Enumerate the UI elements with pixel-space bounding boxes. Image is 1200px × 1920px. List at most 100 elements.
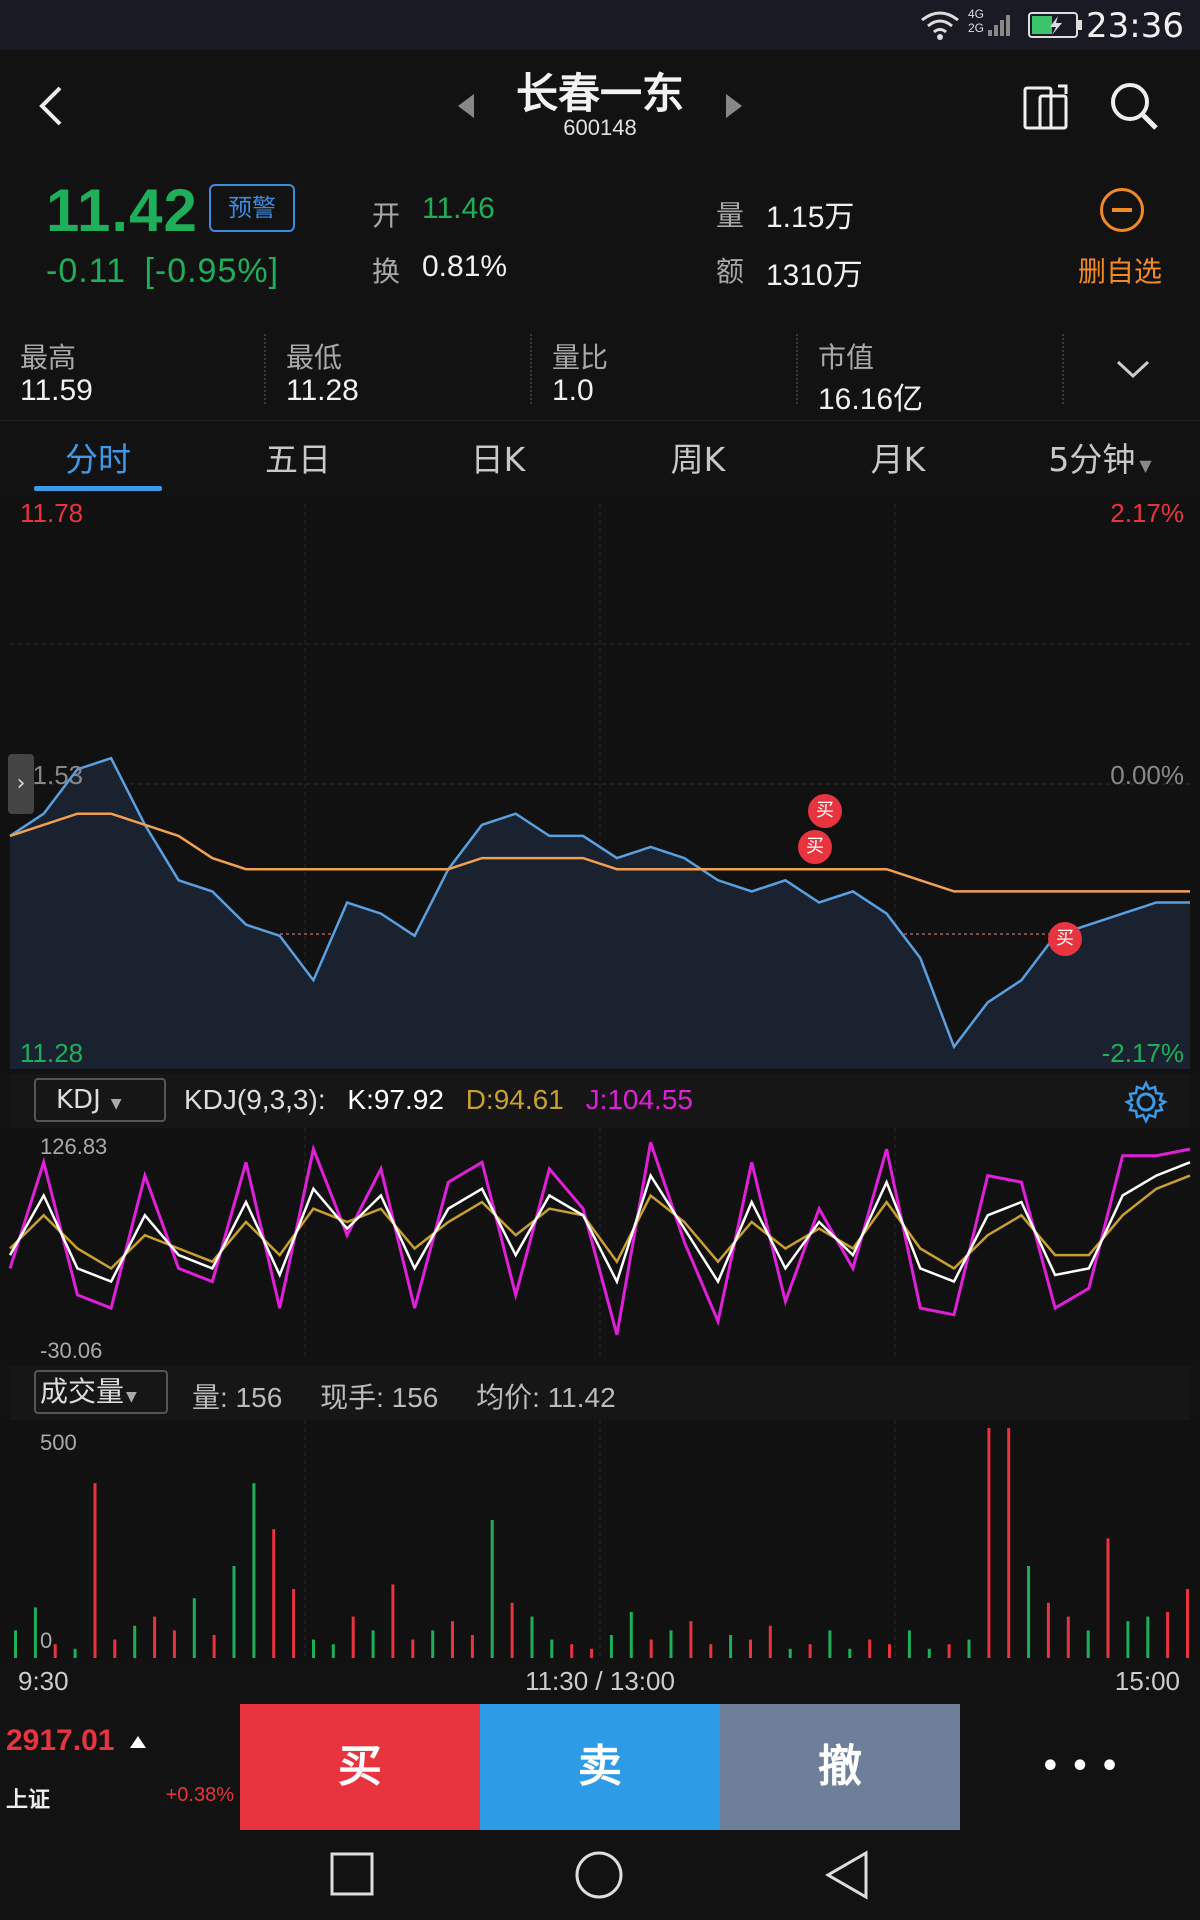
stock-code: 600148 <box>563 115 637 140</box>
volume-bar <box>252 1483 256 1658</box>
market-cap-value: 16.16亿 <box>818 383 924 416</box>
volume-bar <box>133 1625 137 1658</box>
network-bottom: 2G <box>968 21 985 35</box>
volume-bar <box>53 1644 57 1658</box>
alert-button[interactable]: 预警 <box>209 184 295 232</box>
search-icon[interactable] <box>1108 80 1162 134</box>
volume-bar <box>848 1648 852 1658</box>
buy-marker[interactable]: 买 <box>1048 922 1082 956</box>
volume-bar <box>788 1648 792 1658</box>
tab-active-indicator <box>34 486 162 491</box>
volume-bar <box>153 1616 157 1658</box>
volume-bar <box>1186 1589 1189 1658</box>
high-value: 11.59 <box>20 374 93 407</box>
divider <box>530 334 532 404</box>
dropdown-caret-icon: ▼ <box>110 1096 122 1112</box>
network-type: 4G 2G <box>968 7 984 35</box>
tab-weekly-k[interactable]: 周K <box>634 433 762 481</box>
volume-bar <box>172 1630 176 1658</box>
indicator-selector[interactable]: KDJ ▼ <box>34 1078 166 1122</box>
volume-bar <box>272 1529 276 1658</box>
volume-ratio-label: 量比 <box>552 341 609 374</box>
volume-bar <box>391 1584 395 1658</box>
tab-daily-k[interactable]: 日K <box>434 433 562 481</box>
volume-bar <box>649 1639 653 1658</box>
volume-bar <box>212 1635 216 1658</box>
kdj-header: KDJ ▼ KDJ(9,3,3): K:97.92 D:94.61 J:104.5… <box>10 1074 1190 1128</box>
volume-bar <box>967 1639 971 1658</box>
kdj-top-label: 126.83 <box>40 1134 108 1159</box>
system-nav-bar <box>0 1830 1200 1920</box>
buy-button[interactable]: 买 <box>240 1704 480 1830</box>
tab-five-minute[interactable]: 5分钟 ▼ <box>1030 433 1170 481</box>
tab-five-minute-label: 5分钟 <box>1048 440 1136 479</box>
volume-bar <box>73 1648 77 1658</box>
settings-gear-icon[interactable] <box>1124 1080 1168 1124</box>
volume-selector[interactable]: 成交量 ▼ <box>34 1370 168 1414</box>
volume-bar <box>609 1635 613 1658</box>
pct-bottom-label: -2.17% <box>1101 1038 1184 1068</box>
price-change: -0.11 [-0.95%] <box>46 252 279 291</box>
expand-side-icon[interactable]: › <box>8 754 34 814</box>
volume-value: 1.15万 <box>766 201 855 234</box>
current-price: 11.42 <box>46 177 198 244</box>
sell-button[interactable]: 卖 <box>480 1704 720 1830</box>
low-value: 11.28 <box>286 374 359 407</box>
volume-bar <box>749 1639 752 1658</box>
kdj-j: J:104.55 <box>585 1084 693 1115</box>
chart-tabs: 分时 五日 日K 周K 月K 5分钟 ▼ <box>0 420 1200 492</box>
home-icon[interactable] <box>574 1850 624 1900</box>
recents-icon[interactable] <box>330 1852 374 1896</box>
volume-ratio-value: 1.0 <box>552 374 594 407</box>
tab-five-day[interactable]: 五日 <box>234 433 362 481</box>
volume-bar <box>351 1616 355 1658</box>
expand-chevron-icon[interactable] <box>1114 358 1152 382</box>
volume-top-label: 500 <box>40 1430 77 1455</box>
volume-current: 现手: 156 <box>320 1382 439 1413</box>
change-value: -0.11 <box>46 252 126 290</box>
dropdown-caret-icon: ▼ <box>126 1389 137 1405</box>
volume-stats: 量: 156 现手: 156 均价: 11.42 <box>192 1376 616 1416</box>
turnover-label: 换 <box>372 255 401 288</box>
volume-bar <box>33 1607 37 1658</box>
back-nav-icon[interactable] <box>824 1850 870 1900</box>
volume-bar <box>1146 1616 1150 1658</box>
volume-bar <box>510 1602 514 1658</box>
volume-bar <box>1086 1630 1090 1658</box>
buy-marker[interactable]: 买 <box>808 794 842 828</box>
volume-bar <box>987 1428 991 1658</box>
more-button[interactable]: • • • <box>960 1704 1200 1830</box>
kdj-bottom-label: -30.06 <box>40 1338 103 1363</box>
buy-marker[interactable]: 买 <box>798 830 832 864</box>
volume-bar <box>927 1648 931 1658</box>
volume-bar <box>947 1644 951 1658</box>
volume-bar <box>312 1639 315 1658</box>
volume-chart <box>14 1420 1189 1660</box>
open-label: 开 <box>372 199 401 232</box>
volume-bar <box>1046 1602 1050 1658</box>
price-chart-area: 11.78 2.17% 11.53 0.00% 11.28 -2.17% › 买… <box>0 494 1200 1072</box>
index-change: +0.38% <box>165 1784 234 1806</box>
remove-watchlist-icon[interactable] <box>1100 188 1144 232</box>
portrait-switch-icon[interactable] <box>1022 82 1074 132</box>
kdj-values: KDJ(9,3,3): K:97.92 D:94.61 J:104.55 <box>184 1084 693 1116</box>
cancel-order-button[interactable]: 撤 <box>720 1704 960 1830</box>
tab-monthly-k[interactable]: 月K <box>834 433 962 481</box>
next-stock-icon[interactable] <box>722 92 746 120</box>
tab-intraday[interactable]: 分时 <box>34 433 162 481</box>
price-top-label: 11.78 <box>20 498 84 528</box>
volume-bar <box>331 1644 335 1658</box>
volume-bar <box>868 1639 872 1658</box>
volume-label: 量 <box>716 199 745 232</box>
up-arrow-icon <box>130 1736 146 1748</box>
volume-bar <box>14 1630 17 1658</box>
index-ticker[interactable]: 2917.01 上证 +0.38% <box>0 1704 240 1830</box>
volume-bar <box>470 1635 474 1658</box>
volume-bar <box>232 1566 236 1658</box>
volume-bar <box>1007 1428 1011 1658</box>
volume-bar <box>808 1644 812 1658</box>
index-name: 上证 <box>6 1788 51 1813</box>
turnover-value: 0.81% <box>422 250 508 283</box>
kdj-chart-area: 126.83 -30.06 <box>0 1128 1200 1363</box>
remove-watchlist-button[interactable]: 删自选 <box>1078 250 1162 290</box>
